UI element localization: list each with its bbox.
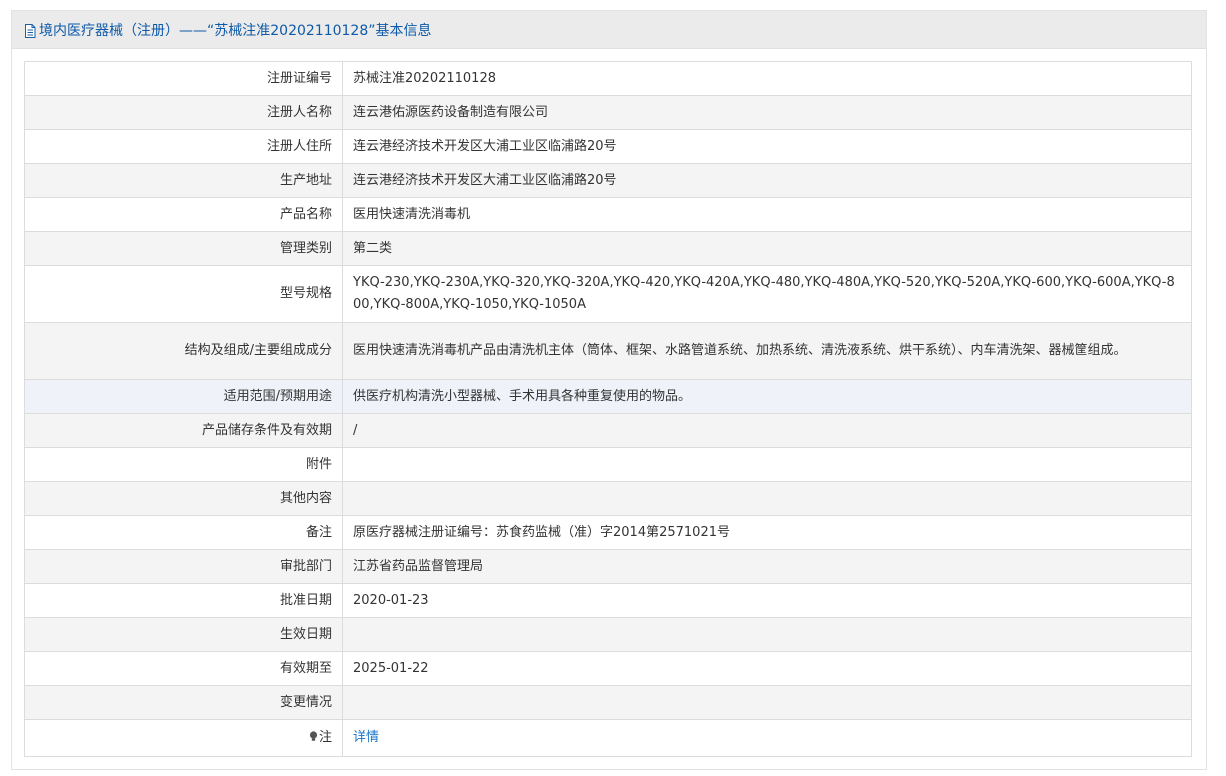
table-row: 附件 xyxy=(24,447,1192,482)
table-row: 生产地址 连云港经济技术开发区大浦工业区临浦路20号 xyxy=(24,163,1192,198)
info-table: 注册证编号 苏械注准20202110128 注册人名称 连云港佑源医药设备制造有… xyxy=(24,61,1192,757)
row-value xyxy=(342,617,1192,652)
row-label: 产品名称 xyxy=(24,197,343,232)
table-row: 备注 原医疗器械注册证编号：苏食药监械（准）字2014第2571021号 xyxy=(24,515,1192,550)
row-label: 附件 xyxy=(24,447,343,482)
info-panel: 境内医疗器械（注册）——“苏械注准20202110128”基本信息 注册证编号 … xyxy=(11,10,1207,770)
row-label: 产品储存条件及有效期 xyxy=(24,413,343,448)
row-label: 变更情况 xyxy=(24,685,343,720)
row-value: 江苏省药品监督管理局 xyxy=(342,549,1192,584)
table-row: 产品储存条件及有效期 / xyxy=(24,413,1192,448)
note-value-cell: 详情 xyxy=(342,719,1192,757)
table-row: 管理类别 第二类 xyxy=(24,231,1192,266)
table-row: 注册人名称 连云港佑源医药设备制造有限公司 xyxy=(24,95,1192,130)
row-label: 备注 xyxy=(24,515,343,550)
row-value: 医用快速清洗消毒机 xyxy=(342,197,1192,232)
table-row: 批准日期 2020-01-23 xyxy=(24,583,1192,618)
table-row: 结构及组成/主要组成成分 医用快速清洗消毒机产品由清洗机主体（筒体、框架、水路管… xyxy=(24,322,1192,380)
row-value: 连云港经济技术开发区大浦工业区临浦路20号 xyxy=(342,129,1192,164)
lightbulb-icon xyxy=(309,728,318,741)
row-label: 注册人名称 xyxy=(24,95,343,130)
row-label: 生产地址 xyxy=(24,163,343,198)
row-value: 苏械注准20202110128 xyxy=(342,61,1192,96)
row-value: YKQ-230,YKQ-230A,YKQ-320,YKQ-320A,YKQ-42… xyxy=(342,265,1192,323)
table-row: 注册人住所 连云港经济技术开发区大浦工业区临浦路20号 xyxy=(24,129,1192,164)
row-label: 注册人住所 xyxy=(24,129,343,164)
note-row: 注 详情 xyxy=(24,719,1192,757)
table-row: 有效期至 2025-01-22 xyxy=(24,651,1192,686)
note-label: 注 xyxy=(318,730,332,745)
table-row: 型号规格 YKQ-230,YKQ-230A,YKQ-320,YKQ-320A,Y… xyxy=(24,265,1192,323)
table-row: 生效日期 xyxy=(24,617,1192,652)
row-value xyxy=(342,685,1192,720)
row-label: 批准日期 xyxy=(24,583,343,618)
row-value: 连云港佑源医药设备制造有限公司 xyxy=(342,95,1192,130)
row-value: 连云港经济技术开发区大浦工业区临浦路20号 xyxy=(342,163,1192,198)
table-row: 其他内容 xyxy=(24,481,1192,516)
table-row: 产品名称 医用快速清洗消毒机 xyxy=(24,197,1192,232)
row-value xyxy=(342,481,1192,516)
row-value: / xyxy=(342,413,1192,448)
row-label: 适用范围/预期用途 xyxy=(24,379,343,414)
row-value: 医用快速清洗消毒机产品由清洗机主体（筒体、框架、水路管道系统、加热系统、清洗液系… xyxy=(342,322,1192,380)
row-value: 供医疗机构清洗小型器械、手术用具各种重复使用的物品。 xyxy=(342,379,1192,414)
row-label: 审批部门 xyxy=(24,549,343,584)
row-label: 有效期至 xyxy=(24,651,343,686)
table-row: 适用范围/预期用途 供医疗机构清洗小型器械、手术用具各种重复使用的物品。 xyxy=(24,379,1192,414)
row-label: 管理类别 xyxy=(24,231,343,266)
table-row: 变更情况 xyxy=(24,685,1192,720)
document-icon xyxy=(24,23,36,38)
row-value: 原医疗器械注册证编号：苏食药监械（准）字2014第2571021号 xyxy=(342,515,1192,550)
note-label-cell: 注 xyxy=(24,719,343,757)
row-label: 注册证编号 xyxy=(24,61,343,96)
info-table-wrapper: 注册证编号 苏械注准20202110128 注册人名称 连云港佑源医药设备制造有… xyxy=(24,61,1192,757)
table-row: 审批部门 江苏省药品监督管理局 xyxy=(24,549,1192,584)
row-value: 第二类 xyxy=(342,231,1192,266)
row-value: 2025-01-22 xyxy=(342,651,1192,686)
table-row: 注册证编号 苏械注准20202110128 xyxy=(24,61,1192,96)
detail-link[interactable]: 详情 xyxy=(353,730,379,745)
row-value: 2020-01-23 xyxy=(342,583,1192,618)
row-label: 其他内容 xyxy=(24,481,343,516)
row-label: 型号规格 xyxy=(24,265,343,323)
row-value xyxy=(342,447,1192,482)
page-title: 境内医疗器械（注册）——“苏械注准20202110128”基本信息 xyxy=(39,22,432,39)
row-label: 结构及组成/主要组成成分 xyxy=(24,322,343,380)
row-label: 生效日期 xyxy=(24,617,343,652)
panel-header: 境内医疗器械（注册）——“苏械注准20202110128”基本信息 xyxy=(12,11,1206,49)
